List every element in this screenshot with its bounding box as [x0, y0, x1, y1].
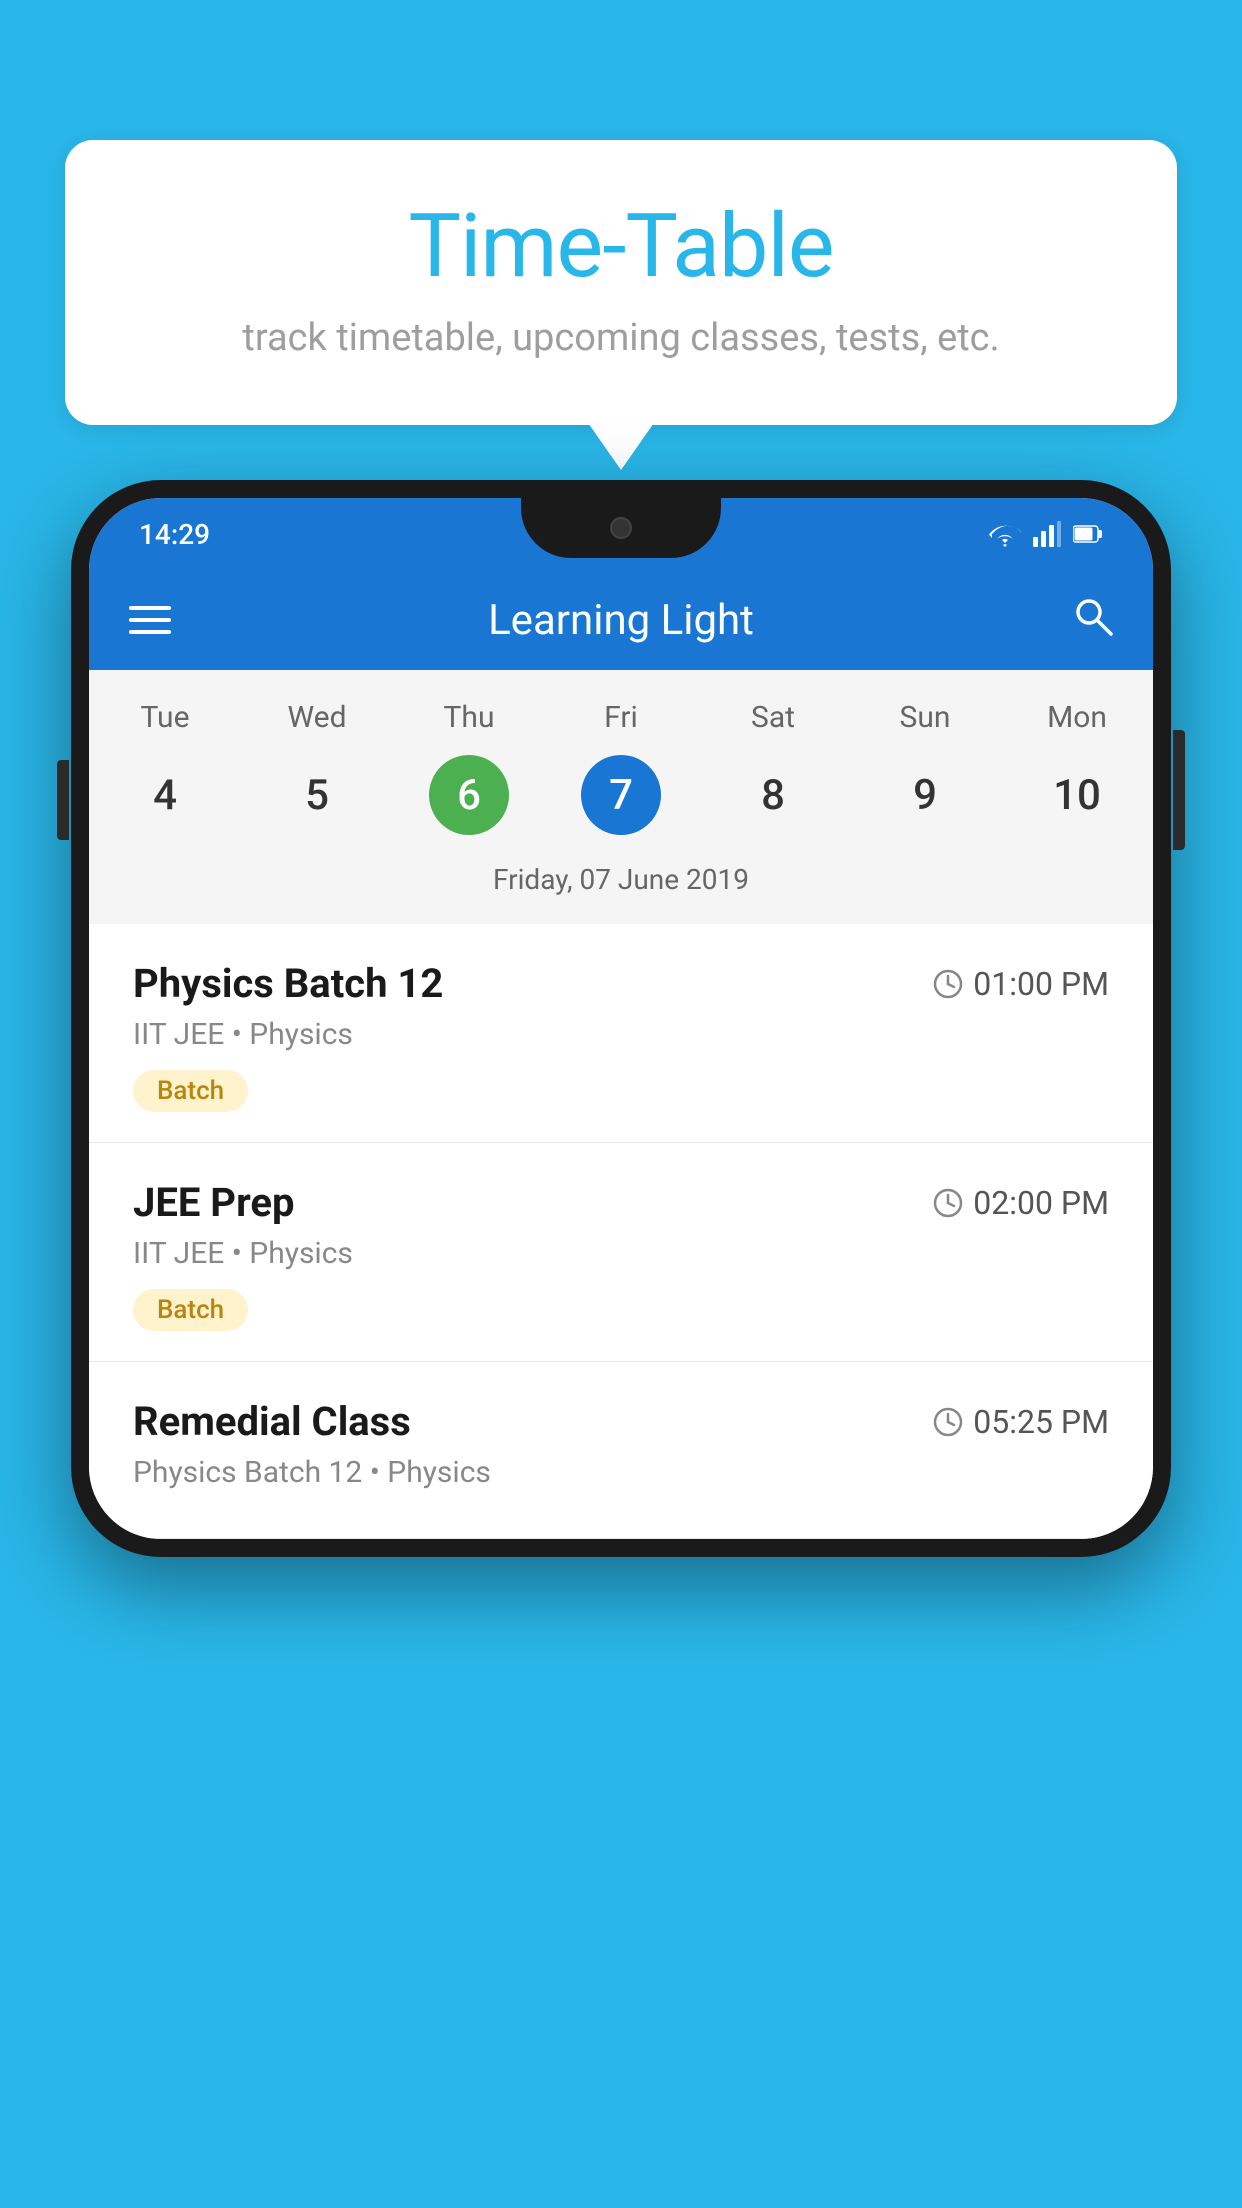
bubble-title: Time-Table: [125, 195, 1117, 298]
phone-body: 14:29: [71, 480, 1171, 1557]
date-4[interactable]: 4: [89, 755, 241, 835]
schedule-item-3-time: 05:25 PM: [933, 1403, 1109, 1441]
signal-icon: [1033, 521, 1061, 547]
app-bar-title: Learning Light: [488, 596, 754, 645]
clock-icon-2: [933, 1188, 963, 1218]
schedule-item-3-header: Remedial Class 05:25 PM: [133, 1398, 1109, 1445]
selected-date-label: Friday, 07 June 2019: [89, 855, 1153, 914]
schedule-item-3[interactable]: Remedial Class 05:25 PM Physics Batch 12…: [89, 1362, 1153, 1539]
day-tue: Tue: [89, 700, 241, 735]
date-6-today[interactable]: 6: [429, 755, 509, 835]
search-button[interactable]: [1071, 594, 1113, 647]
schedule-item-3-title: Remedial Class: [133, 1398, 411, 1445]
schedule-item-2-badge: Batch: [133, 1289, 248, 1331]
schedule-item-1[interactable]: Physics Batch 12 01:00 PM IIT JEE • Phys…: [89, 924, 1153, 1143]
status-bar: 14:29: [89, 498, 1153, 570]
date-5[interactable]: 5: [241, 755, 393, 835]
schedule-item-1-time: 01:00 PM: [933, 965, 1109, 1003]
schedule-item-1-meta: IIT JEE • Physics: [133, 1017, 1109, 1052]
date-7-selected[interactable]: 7: [581, 755, 661, 835]
camera-dot: [610, 517, 632, 539]
schedule-item-3-meta: Physics Batch 12 • Physics: [133, 1455, 1109, 1490]
clock-icon-1: [933, 969, 963, 999]
day-sun: Sun: [849, 700, 1001, 735]
schedule-item-2-title: JEE Prep: [133, 1179, 294, 1226]
day-thu: Thu: [393, 700, 545, 735]
wifi-icon: [989, 521, 1021, 547]
day-wed: Wed: [241, 700, 393, 735]
schedule-list: Physics Batch 12 01:00 PM IIT JEE • Phys…: [89, 924, 1153, 1539]
day-mon: Mon: [1001, 700, 1153, 735]
phone-screen: 14:29: [89, 498, 1153, 1539]
schedule-item-2-meta: IIT JEE • Physics: [133, 1236, 1109, 1271]
date-8[interactable]: 8: [697, 755, 849, 835]
schedule-item-2[interactable]: JEE Prep 02:00 PM IIT JEE • Physics Batc…: [89, 1143, 1153, 1362]
day-sat: Sat: [697, 700, 849, 735]
phone-mockup: 14:29: [71, 480, 1171, 1557]
date-10[interactable]: 10: [1001, 755, 1153, 835]
calendar-dates: 4 5 6 7 8 9 10: [89, 745, 1153, 855]
schedule-item-2-time: 02:00 PM: [933, 1184, 1109, 1222]
day-fri: Fri: [545, 700, 697, 735]
schedule-item-1-title: Physics Batch 12: [133, 960, 443, 1007]
schedule-item-1-header: Physics Batch 12 01:00 PM: [133, 960, 1109, 1007]
hamburger-menu[interactable]: [129, 606, 171, 634]
speech-bubble: Time-Table track timetable, upcoming cla…: [65, 140, 1177, 425]
clock-icon-3: [933, 1407, 963, 1437]
notch: [521, 498, 721, 558]
battery-icon: [1073, 524, 1103, 544]
schedule-item-1-badge: Batch: [133, 1070, 248, 1112]
app-bar: Learning Light: [89, 570, 1153, 670]
status-time: 14:29: [139, 518, 210, 551]
calendar-days-header: Tue Wed Thu Fri Sat Sun Mon: [89, 690, 1153, 745]
calendar-section: Tue Wed Thu Fri Sat Sun Mon 4 5 6 7 8 9 …: [89, 670, 1153, 924]
status-icons: [989, 521, 1103, 547]
bubble-subtitle: track timetable, upcoming classes, tests…: [125, 316, 1117, 360]
schedule-item-2-header: JEE Prep 02:00 PM: [133, 1179, 1109, 1226]
date-9[interactable]: 9: [849, 755, 1001, 835]
